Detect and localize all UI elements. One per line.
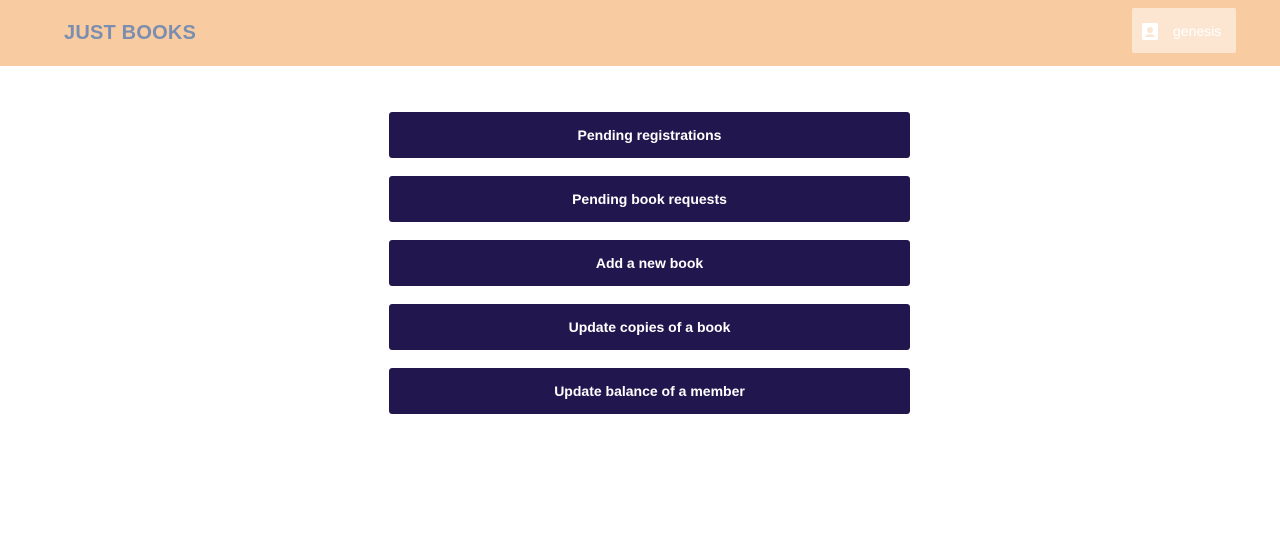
update-member-balance-button[interactable]: Update balance of a member [389,368,910,414]
add-new-book-button[interactable]: Add a new book [389,240,910,286]
user-menu-button[interactable]: genesis [1132,8,1236,53]
brand-logo[interactable]: JUST BOOKS [64,20,196,46]
pending-registrations-button[interactable]: Pending registrations [389,112,910,158]
pending-book-requests-button[interactable]: Pending book requests [389,176,910,222]
navbar: JUST BOOKS genesis [0,0,1280,66]
username-label: genesis [1173,23,1222,39]
admin-actions-list: Pending registrations Pending book reque… [389,112,910,432]
contact-card-icon [1142,22,1158,40]
update-book-copies-button[interactable]: Update copies of a book [389,304,910,350]
